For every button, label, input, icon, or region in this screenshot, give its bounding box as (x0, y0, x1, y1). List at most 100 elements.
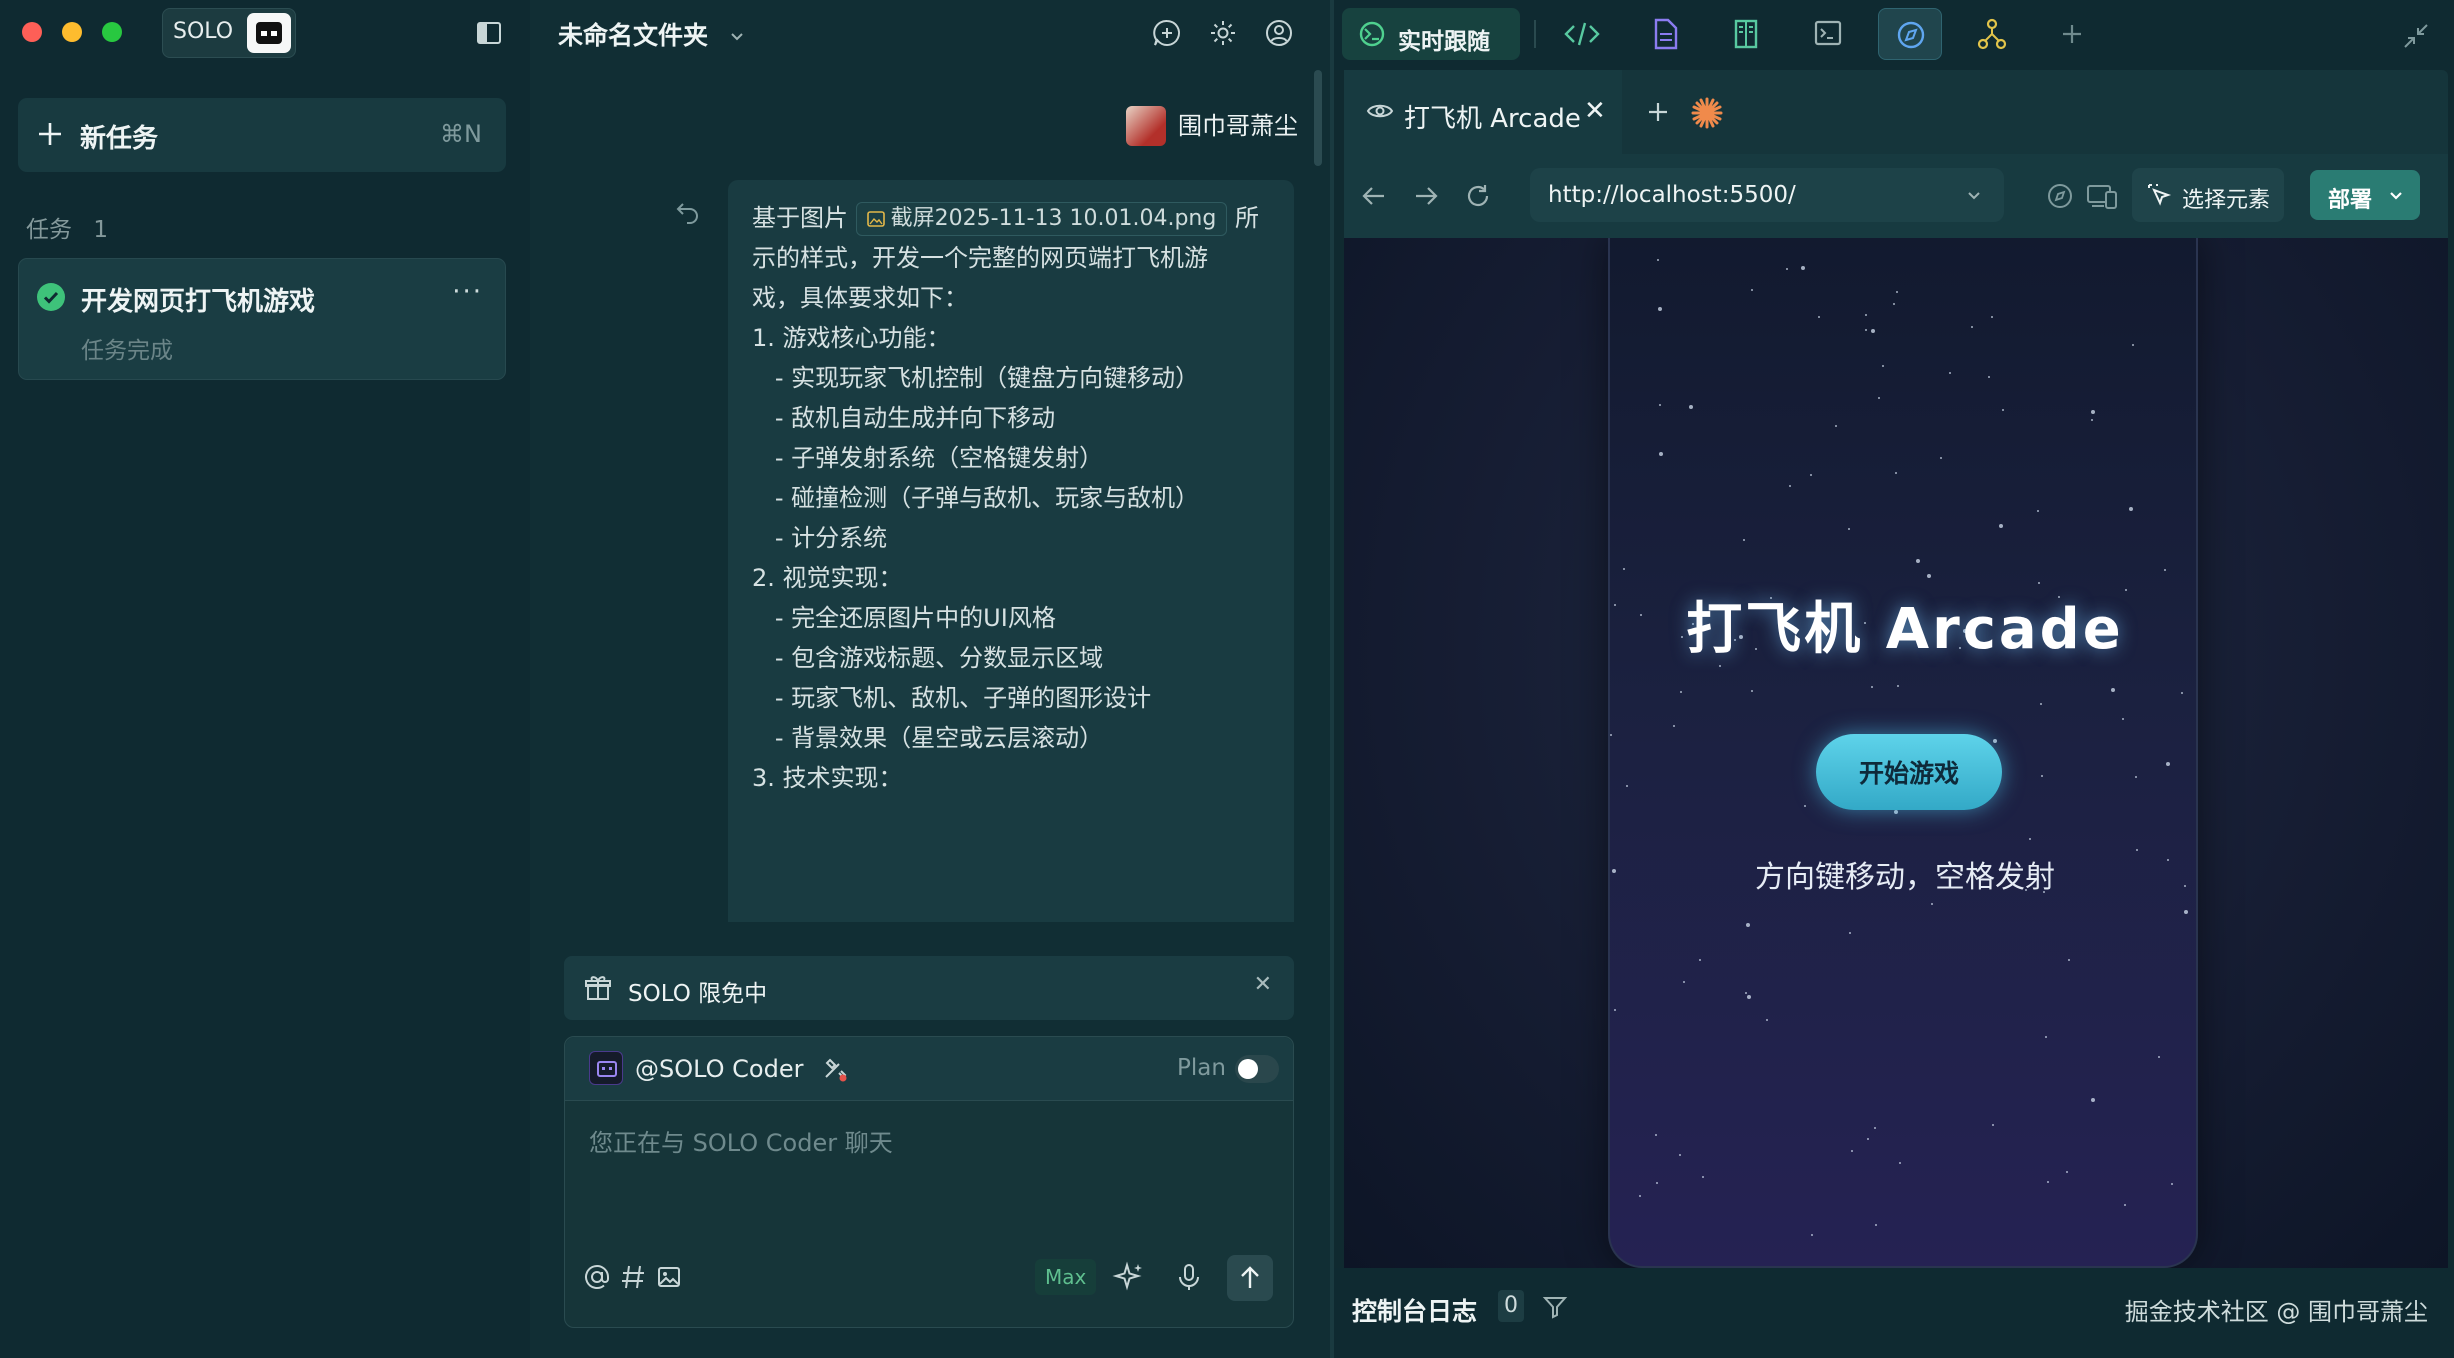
microphone-icon[interactable] (1171, 1259, 1207, 1295)
document-icon[interactable] (1632, 8, 1696, 60)
star (1835, 425, 1837, 427)
star (1874, 1127, 1876, 1129)
star (2068, 959, 2070, 961)
star (2002, 409, 2004, 411)
max-mode-badge[interactable]: Max (1035, 1259, 1097, 1295)
compass-icon[interactable] (2046, 182, 2074, 210)
terminal-icon[interactable] (1796, 8, 1860, 60)
tab-close-icon[interactable]: ✕ (1584, 96, 1606, 126)
close-icon[interactable]: ✕ (1254, 972, 1272, 997)
folder-title-dropdown[interactable]: 未命名文件夹 (558, 16, 745, 52)
message-line: 1. 游戏核心功能： (752, 324, 951, 352)
responsive-device-icon[interactable] (2086, 182, 2118, 210)
url-text: http://localhost:5500/ (1548, 182, 1796, 208)
window-zoom-button[interactable] (102, 22, 122, 42)
plan-toggle[interactable] (1235, 1055, 1279, 1083)
sidebar-toggle-icon[interactable] (476, 20, 502, 46)
collapse-icon[interactable] (2402, 22, 2430, 50)
tab-arcade[interactable]: 打飞机 Arcade ✕ (1344, 70, 1622, 154)
watermark-text: 掘金技术社区 @ 围巾哥萧尘 (2124, 1298, 2428, 1326)
star (1766, 1019, 1768, 1021)
start-game-button[interactable]: 开始游戏 (1816, 734, 2002, 810)
star (1851, 1150, 1853, 1152)
browser-compass-icon[interactable] (1878, 8, 1942, 60)
window-minimize-button[interactable] (62, 22, 82, 42)
url-bar[interactable]: http://localhost:5500/ (1530, 168, 2004, 222)
tab-title: 打飞机 Arcade (1404, 104, 1581, 134)
task-more-icon[interactable]: ··· (452, 277, 483, 307)
chat-input[interactable] (565, 1103, 1293, 1223)
live-follow-icon (1358, 20, 1386, 48)
back-icon[interactable] (1360, 182, 1388, 210)
star (1659, 404, 1661, 406)
undo-icon[interactable] (674, 198, 702, 226)
sparkle-icon[interactable] (1111, 1259, 1147, 1295)
star (2066, 1171, 2068, 1173)
star (1999, 524, 2003, 528)
message-line: - 完全还原图片中的UI风格 (752, 604, 1056, 632)
deploy-button[interactable]: 部署 (2310, 170, 2420, 220)
solo-brand-badge[interactable]: SOLO (162, 8, 296, 58)
chat-scrollbar[interactable] (1314, 70, 1322, 166)
agent-label[interactable]: @SOLO Coder (635, 1055, 803, 1083)
book-icon[interactable] (1714, 8, 1778, 60)
star (1992, 1124, 1994, 1126)
star (1949, 372, 1951, 374)
message-line: - 敌机自动生成并向下移动 (752, 404, 1056, 432)
star (1719, 665, 1721, 667)
send-button[interactable] (1227, 1255, 1273, 1301)
brand-label: SOLO (173, 19, 234, 44)
console-log-label[interactable]: 控制台日志 (1352, 1292, 1477, 1328)
forward-icon[interactable] (1412, 182, 1440, 210)
git-graph-icon[interactable] (1960, 8, 2024, 60)
live-follow-button[interactable]: 实时跟随 (1342, 8, 1520, 60)
eye-icon (1366, 100, 1394, 122)
star (1614, 1009, 1616, 1011)
star (2132, 344, 2134, 346)
star (2135, 776, 2137, 778)
star (1655, 1134, 1657, 1136)
star (1893, 303, 1895, 305)
chat-composer: @SOLO Coder Plan Max (564, 1036, 1294, 1328)
hashtag-icon[interactable] (615, 1259, 651, 1295)
code-icon[interactable] (1550, 8, 1614, 60)
star (1683, 981, 1685, 983)
attachment-chip[interactable]: 截屏2025-11-13 10.01.04.png (855, 202, 1228, 236)
solo-coder-icon (247, 13, 291, 53)
star (1639, 1195, 1641, 1197)
star (2029, 838, 2031, 840)
chevron-down-icon (729, 29, 745, 45)
star (2091, 419, 2093, 421)
filter-icon[interactable] (1542, 1294, 1568, 1320)
new-task-button[interactable]: 新任务 ⌘N (18, 98, 506, 172)
promo-banner: SOLO 限免中 ✕ (564, 956, 1294, 1020)
preview-panel: 实时跟随 打飞机 Arcade ✕ http://localhost:5500/… (1334, 0, 2454, 1358)
star (1702, 1176, 1704, 1178)
mention-icon[interactable] (579, 1259, 615, 1295)
star (1659, 452, 1663, 456)
tools-icon[interactable] (821, 1055, 849, 1083)
task-item[interactable]: 开发网页打飞机游戏 ··· 任务完成 (18, 258, 506, 380)
preview-toolbar: 实时跟随 (1334, 0, 2454, 70)
star (2136, 849, 2138, 851)
star (2037, 510, 2039, 512)
star (2124, 1204, 2126, 1206)
star (1848, 528, 1850, 530)
message-line: 2. 视觉实现： (752, 564, 903, 592)
image-upload-icon[interactable] (651, 1259, 687, 1295)
window-close-button[interactable] (22, 22, 42, 42)
select-element-button[interactable]: 选择元素 (2132, 168, 2284, 222)
star (1931, 903, 1933, 905)
chevron-down-icon[interactable] (1966, 188, 1982, 204)
star (1747, 995, 1751, 999)
add-icon[interactable] (2040, 8, 2104, 60)
settings-icon[interactable] (1208, 18, 1238, 48)
account-icon[interactable] (1264, 18, 1294, 48)
star (2184, 910, 2188, 914)
chevron-down-icon (2388, 188, 2404, 204)
tasks-header-label: 任务 (26, 217, 72, 243)
new-chat-icon[interactable] (1152, 18, 1182, 48)
reload-icon[interactable] (1464, 182, 1492, 210)
star (1865, 329, 1867, 331)
new-tab-icon[interactable] (1646, 100, 1670, 124)
